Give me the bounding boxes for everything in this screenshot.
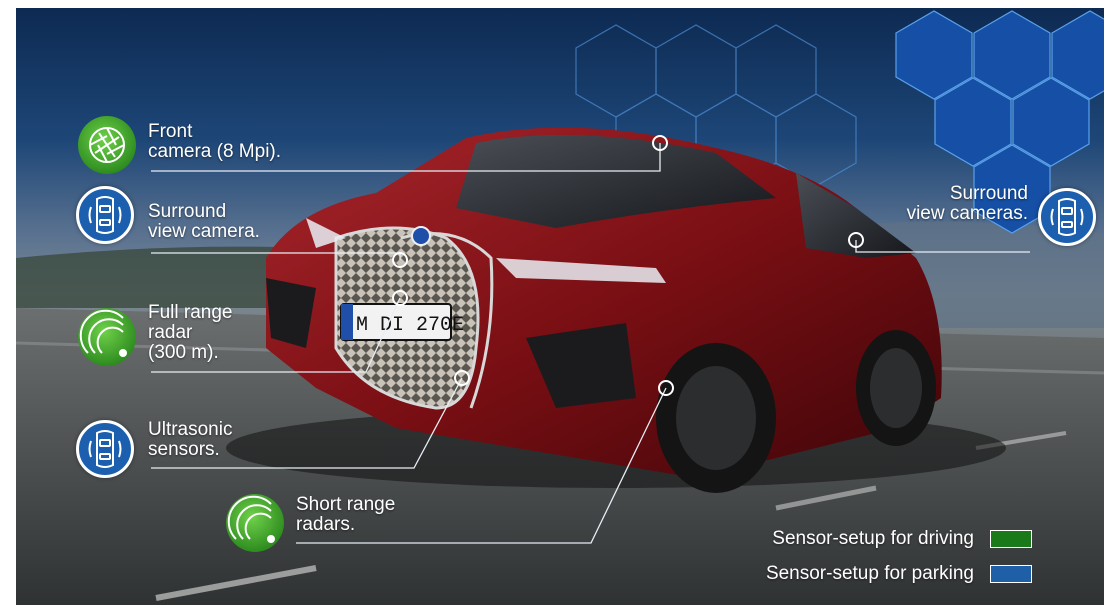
camera-aperture-icon [78,116,136,174]
ultrasonic-sensors-label: Ultrasonic sensors. [148,419,233,460]
front-camera-label: Front camera (8 Mpi). [148,121,282,162]
car-illustration: M DI 270E [226,127,1006,493]
legend-parking-swatch [990,565,1032,583]
legend-driving-swatch [990,530,1032,548]
car-top-view-icon [76,420,134,478]
license-plate-text: M DI 270E [356,314,464,337]
surround-view-cameras-label: Surround view cameras. [906,183,1028,224]
photo-scene: M DI 270E Front camera (8 Mpi). Surround… [16,8,1104,605]
legend-parking: Sensor-setup for parking [766,563,1032,585]
car-top-view-icon [1038,188,1096,246]
full-range-radar-label: Full range radar (300 m). [148,302,233,363]
legend-driving-label: Sensor-setup for driving [772,528,974,549]
radar-icon [226,494,284,552]
surround-view-camera-label: Surround view camera. [148,201,260,242]
legend-parking-label: Sensor-setup for parking [765,563,974,584]
radar-icon [78,308,136,366]
short-range-radars-label: Short range radars. [296,494,396,535]
legend-driving: Sensor-setup for driving [772,528,1032,550]
car-top-view-icon [76,186,134,244]
